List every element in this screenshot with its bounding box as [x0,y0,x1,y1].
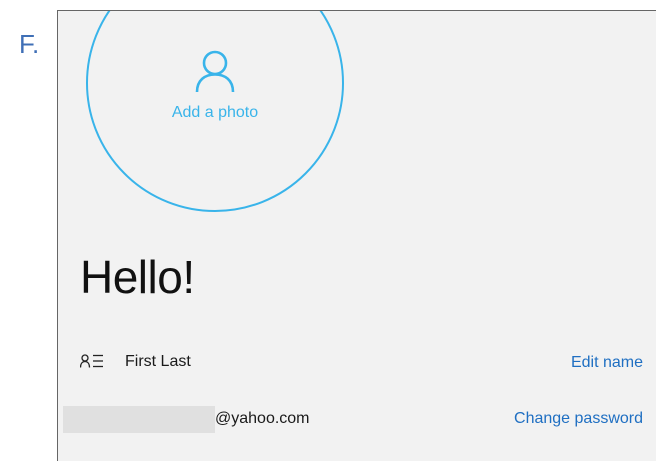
edit-name-link[interactable]: Edit name [571,354,643,372]
email-redaction [63,406,215,433]
add-photo-link[interactable]: Add a photo [58,104,372,122]
account-email: @yahoo.com [215,410,310,427]
account-panel: Add a photo Hello! First Last Edit name … [57,10,656,461]
change-password-link[interactable]: Change password [514,410,643,428]
account-name: First Last [125,353,191,370]
contact-card-icon [80,354,103,368]
greeting-heading: Hello! [80,251,195,303]
step-label: F. [19,29,40,59]
person-icon[interactable] [195,50,235,94]
